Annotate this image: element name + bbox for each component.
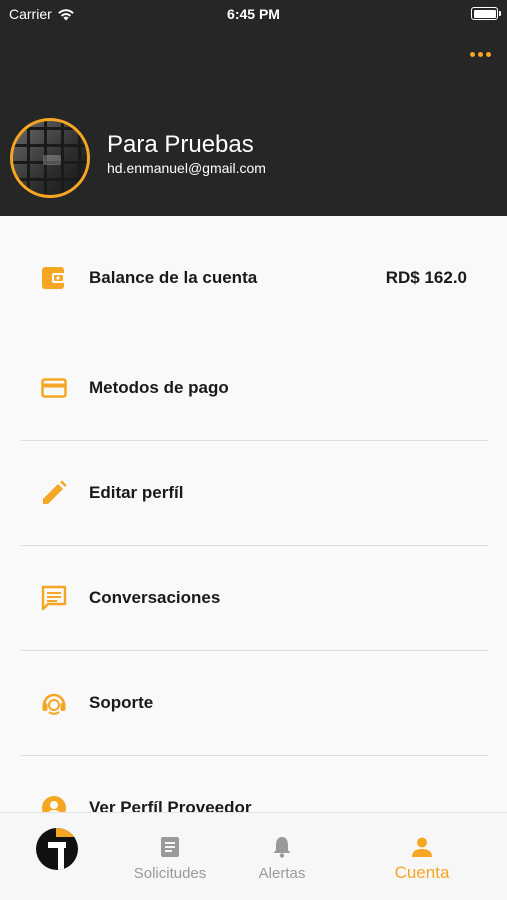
person-icon (411, 835, 433, 859)
app-logo-tab[interactable] (36, 828, 78, 870)
document-icon (160, 835, 180, 859)
headset-icon (40, 689, 68, 717)
person-icon (40, 794, 68, 812)
menu-item-conversations[interactable]: Conversaciones (0, 546, 507, 650)
more-options-button[interactable] (470, 52, 491, 57)
status-time: 6:45 PM (227, 6, 280, 22)
tab-bar: Solicitudes Alertas Cuenta (0, 812, 507, 900)
menu-item-support[interactable]: Soporte (0, 651, 507, 755)
menu-item-label: Soporte (89, 693, 154, 712)
tab-label: Alertas (258, 865, 306, 882)
menu-item-label: Editar perfíl (89, 483, 184, 502)
balance-value: RD$ 162.0 (385, 268, 467, 287)
tab-alertas[interactable]: Alertas (232, 813, 332, 900)
menu-item-label: Metodos de pago (89, 378, 229, 397)
wallet-icon (40, 264, 68, 292)
menu-item-label: Balance de la cuenta (89, 268, 258, 287)
menu-item-edit-profile[interactable]: Editar perfíl (0, 441, 507, 545)
profile-name: Para Pruebas (107, 131, 254, 158)
profile-header: Para Pruebas hd.enmanuel@gmail.com (0, 30, 507, 216)
status-bar: Carrier 6:45 PM (0, 0, 507, 30)
menu-item-label: Ver Perfíl Proveedor (89, 798, 252, 812)
tab-label: Solicitudes (133, 865, 207, 882)
profile-email: hd.enmanuel@gmail.com (107, 160, 266, 176)
tab-label: Cuenta (394, 863, 450, 882)
credit-card-icon (40, 374, 68, 402)
chat-icon (40, 584, 68, 612)
menu-item-provider-profile[interactable]: Ver Perfíl Proveedor (0, 756, 507, 812)
menu-item-payment-methods[interactable]: Metodos de pago (0, 336, 507, 440)
account-menu: Balance de la cuenta RD$ 162.0 Metodos d… (0, 216, 507, 812)
menu-item-label: Conversaciones (89, 588, 221, 607)
battery-icon (471, 7, 501, 20)
bell-icon (272, 835, 292, 859)
avatar[interactable] (10, 118, 90, 198)
tab-solicitudes[interactable]: Solicitudes (120, 813, 220, 900)
menu-item-balance[interactable]: Balance de la cuenta RD$ 162.0 (0, 226, 507, 330)
more-horizontal-icon (470, 52, 475, 57)
tab-cuenta[interactable]: Cuenta (372, 813, 472, 900)
pencil-icon (40, 479, 68, 507)
